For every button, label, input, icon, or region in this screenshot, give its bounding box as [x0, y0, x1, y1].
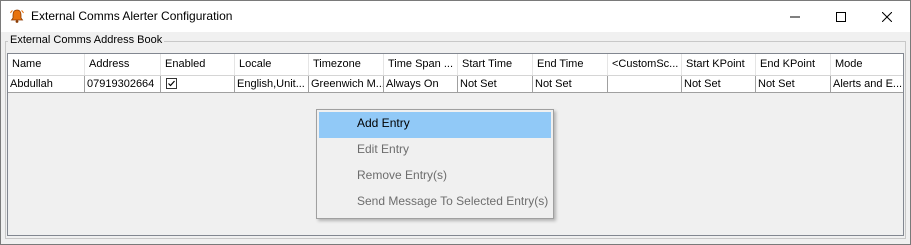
cell-end-time[interactable]: Not Set — [533, 76, 608, 93]
menu-item-edit-entry[interactable]: Edit Entry — [319, 138, 551, 164]
cell-time-span[interactable]: Always On — [384, 76, 458, 93]
cell-name[interactable]: Abdullah — [8, 76, 85, 93]
groupbox-label: External Comms Address Book — [8, 34, 165, 46]
cell-address[interactable]: 07919302664 — [85, 76, 161, 93]
column-header-end-time[interactable]: End Time — [533, 54, 608, 75]
cell-locale[interactable]: English,Unit... — [235, 76, 309, 93]
column-header-timezone[interactable]: Timezone — [309, 54, 384, 75]
cell-start-kpoint[interactable]: Not Set — [682, 76, 756, 93]
column-header-custom[interactable]: <CustomSc... — [608, 54, 682, 75]
checkmark-icon — [168, 80, 175, 87]
menu-item-send-message[interactable]: Send Message To Selected Entry(s) — [319, 190, 551, 216]
table-row[interactable]: Abdullah 07919302664 English,Unit... Gre… — [8, 76, 903, 93]
close-button[interactable] — [864, 1, 910, 32]
close-icon — [882, 11, 892, 22]
cell-mode[interactable]: Alerts and E... — [831, 76, 903, 93]
minimize-button[interactable] — [772, 1, 818, 32]
column-header-time-span[interactable]: Time Span ... — [384, 54, 458, 75]
app-alert-icon — [10, 9, 24, 23]
cell-timezone[interactable]: Greenwich M... — [309, 76, 384, 93]
cell-end-kpoint[interactable]: Not Set — [756, 76, 831, 93]
column-header-locale[interactable]: Locale — [235, 54, 309, 75]
column-header-mode[interactable]: Mode — [831, 54, 903, 75]
maximize-button[interactable] — [818, 1, 864, 32]
app-window: External Comms Alerter Configuration Ext… — [0, 0, 911, 245]
context-menu: Add Entry Edit Entry Remove Entry(s) Sen… — [316, 109, 554, 219]
column-header-start-kpoint[interactable]: Start KPoint — [682, 54, 756, 75]
title-bar[interactable]: External Comms Alerter Configuration — [1, 1, 910, 32]
window-title: External Comms Alerter Configuration — [31, 9, 233, 23]
menu-item-remove-entry[interactable]: Remove Entry(s) — [319, 164, 551, 190]
menu-item-add-entry[interactable]: Add Entry — [319, 112, 551, 138]
cell-start-time[interactable]: Not Set — [458, 76, 533, 93]
column-header-end-kpoint[interactable]: End KPoint — [756, 54, 831, 75]
enabled-checkbox[interactable] — [166, 78, 177, 89]
column-header-name[interactable]: Name — [8, 54, 85, 75]
maximize-icon — [836, 11, 846, 22]
grid-header: Name Address Enabled Locale Timezone Tim… — [8, 54, 903, 76]
column-header-enabled[interactable]: Enabled — [161, 54, 235, 75]
column-header-address[interactable]: Address — [85, 54, 161, 75]
cell-custom[interactable] — [608, 76, 682, 93]
cell-enabled[interactable] — [161, 76, 235, 93]
column-header-start-time[interactable]: Start Time — [458, 54, 533, 75]
minimize-icon — [790, 16, 800, 17]
